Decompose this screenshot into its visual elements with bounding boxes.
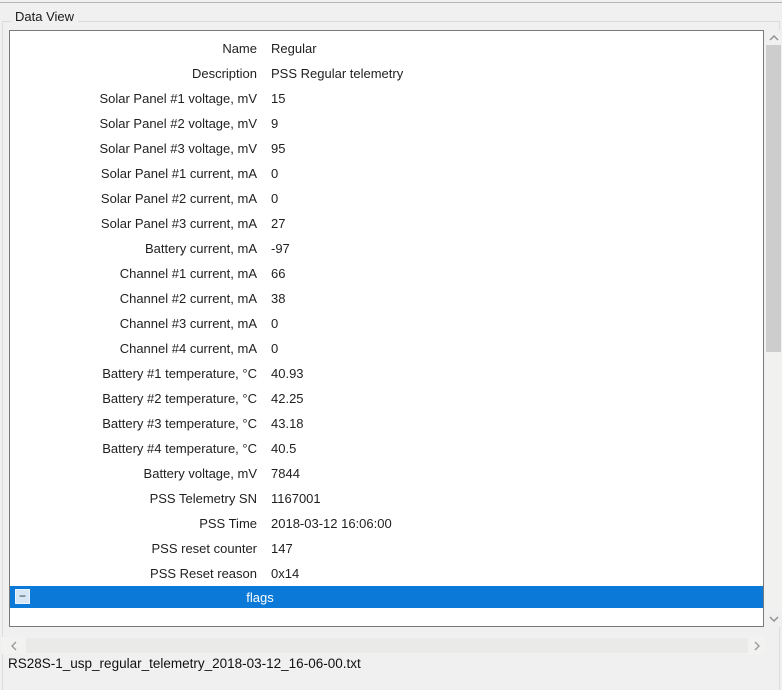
row-label: Battery #1 temperature, °C (10, 366, 257, 381)
row-value: 2018-03-12 16:06:00 (271, 516, 763, 531)
table-row[interactable]: Channel #1 current, mA 66 (10, 261, 763, 286)
filename-label: RS28S-1_usp_regular_telemetry_2018-03-12… (8, 656, 361, 671)
row-value: 40.5 (271, 441, 763, 456)
vertical-scroll-thumb[interactable] (766, 45, 781, 352)
table-row[interactable]: Solar Panel #2 voltage, mV 9 (10, 111, 763, 136)
window: { "groupbox": { "title": "Data View" }, … (0, 0, 782, 690)
row-value: 147 (271, 541, 763, 556)
row-value: 0 (271, 166, 763, 181)
row-label: Solar Panel #2 current, mA (10, 191, 257, 206)
table-row[interactable]: Battery voltage, mV 7844 (10, 461, 763, 486)
row-value: 9 (271, 116, 763, 131)
row-value: 7844 (271, 466, 763, 481)
row-label: Solar Panel #3 voltage, mV (10, 141, 257, 156)
row-value: 42.25 (271, 391, 763, 406)
row-label: Channel #2 current, mA (10, 291, 257, 306)
table-row[interactable]: Channel #4 current, mA 0 (10, 336, 763, 361)
window-top-divider (0, 2, 782, 3)
row-value: 1167001 (271, 491, 763, 506)
row-value: 40.93 (271, 366, 763, 381)
scroll-up-button[interactable] (765, 30, 782, 46)
row-label: Channel #1 current, mA (10, 266, 257, 281)
table-row[interactable]: PSS Telemetry SN 1167001 (10, 486, 763, 511)
row-label: Name (10, 41, 257, 56)
table-row[interactable]: Battery #4 temperature, °C 40.5 (10, 436, 763, 461)
row-label: Description (10, 66, 257, 81)
row-value: -97 (271, 241, 763, 256)
row-label: Battery #2 temperature, °C (10, 391, 257, 406)
scroll-right-button[interactable] (749, 637, 765, 654)
row-value: 38 (271, 291, 763, 306)
horizontal-scroll-thumb[interactable] (26, 638, 748, 653)
data-rows: Name Regular Description PSS Regular tel… (10, 31, 763, 586)
table-row[interactable]: Battery #3 temperature, °C 43.18 (10, 411, 763, 436)
row-label: Solar Panel #1 current, mA (10, 166, 257, 181)
table-row[interactable]: Name Regular (10, 36, 763, 61)
vertical-scrollbar[interactable] (765, 30, 782, 627)
table-row[interactable]: PSS Time 2018-03-12 16:06:00 (10, 511, 763, 536)
row-label: Battery #4 temperature, °C (10, 441, 257, 456)
scroll-left-button[interactable] (6, 637, 22, 654)
table-row[interactable]: Solar Panel #3 voltage, mV 95 (10, 136, 763, 161)
chevron-left-icon (11, 641, 17, 651)
flags-group-row[interactable]: − flags (10, 586, 763, 608)
chevron-right-icon (754, 641, 760, 651)
table-row[interactable]: PSS reset counter 147 (10, 536, 763, 561)
table-row[interactable]: PSS Reset reason 0x14 (10, 561, 763, 586)
row-label: Solar Panel #3 current, mA (10, 216, 257, 231)
row-value: 0 (271, 316, 763, 331)
table-row[interactable]: Description PSS Regular telemetry (10, 61, 763, 86)
row-value: 0 (271, 191, 763, 206)
row-value: Regular (271, 41, 763, 56)
table-row[interactable]: Solar Panel #2 current, mA 0 (10, 186, 763, 211)
row-label: PSS Time (10, 516, 257, 531)
chevron-down-icon (769, 616, 779, 622)
groupbox-title: Data View (11, 8, 78, 26)
horizontal-scrollbar[interactable] (2, 637, 765, 654)
row-label: Battery #3 temperature, °C (10, 416, 257, 431)
scroll-down-button[interactable] (765, 611, 782, 627)
chevron-up-icon (769, 35, 779, 41)
row-value: PSS Regular telemetry (271, 66, 763, 81)
row-value: 66 (271, 266, 763, 281)
row-label: PSS Reset reason (10, 566, 257, 581)
row-value: 15 (271, 91, 763, 106)
row-label: Channel #3 current, mA (10, 316, 257, 331)
row-label: Solar Panel #1 voltage, mV (10, 91, 257, 106)
table-row[interactable]: Solar Panel #1 current, mA 0 (10, 161, 763, 186)
table-row[interactable]: Channel #2 current, mA 38 (10, 286, 763, 311)
row-value: 95 (271, 141, 763, 156)
row-label: Battery current, mA (10, 241, 257, 256)
row-label: Channel #4 current, mA (10, 341, 257, 356)
table-row[interactable]: Channel #3 current, mA 0 (10, 311, 763, 336)
row-label: PSS reset counter (10, 541, 257, 556)
table-row[interactable]: Solar Panel #3 current, mA 27 (10, 211, 763, 236)
flags-group-label: flags (10, 586, 510, 608)
row-value: 0 (271, 341, 763, 356)
table-row[interactable]: Battery current, mA -97 (10, 236, 763, 261)
row-label: PSS Telemetry SN (10, 491, 257, 506)
groupbox-data-view: Data View Name Regular Description PSS R… (2, 21, 780, 690)
row-value: 27 (271, 216, 763, 231)
row-label: Solar Panel #2 voltage, mV (10, 116, 257, 131)
telemetry-panel: Name Regular Description PSS Regular tel… (9, 30, 764, 627)
row-label: Battery voltage, mV (10, 466, 257, 481)
row-value: 0x14 (271, 566, 763, 581)
row-value: 43.18 (271, 416, 763, 431)
table-row[interactable]: Battery #2 temperature, °C 42.25 (10, 386, 763, 411)
table-row[interactable]: Battery #1 temperature, °C 40.93 (10, 361, 763, 386)
table-row[interactable]: Solar Panel #1 voltage, mV 15 (10, 86, 763, 111)
